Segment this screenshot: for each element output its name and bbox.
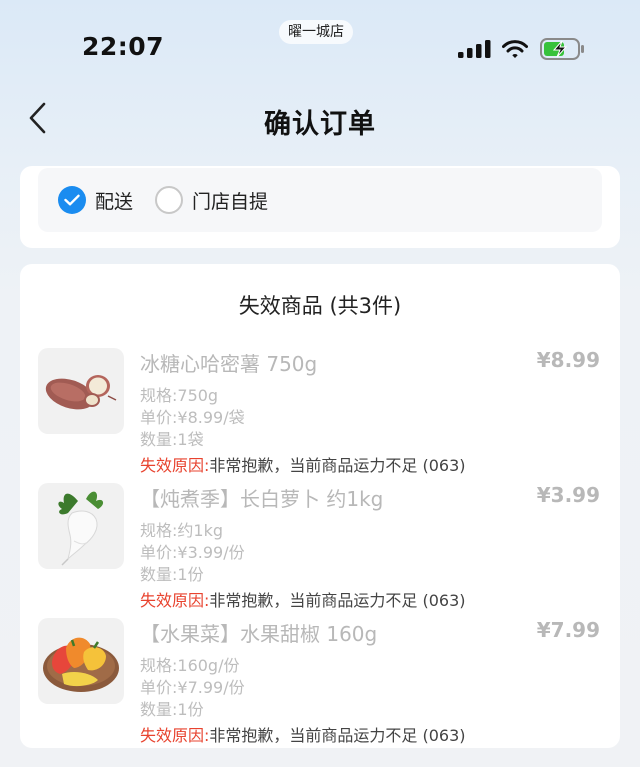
delivery-option-label: 配送 <box>95 190 134 213</box>
radio-unchecked-icon <box>155 186 183 214</box>
invalid-reason: 失效原因:非常抱歉，当前商品运力不足 (063) <box>140 722 466 746</box>
item-quantity: 数量:1份 <box>140 565 204 584</box>
cellular-signal-icon <box>458 40 491 58</box>
item-spec: 规格:约1kg <box>140 521 223 540</box>
invalid-reason-text: 非常抱歉，当前商品运力不足 (063) <box>209 591 466 610</box>
invalid-reason-label: 失效原因: <box>140 726 210 745</box>
invalid-reason-label: 失效原因: <box>140 591 210 610</box>
sweet-potato-image <box>38 348 124 434</box>
delivery-method-card: 配送 门店自提 <box>20 166 620 248</box>
store-name-badge: 曜一城店 <box>279 20 353 44</box>
radio-checked-icon <box>58 186 86 214</box>
item-unit-price: 单价:¥7.99/份 <box>140 678 245 697</box>
wifi-icon <box>502 40 528 58</box>
item-quantity: 数量:1份 <box>140 700 204 719</box>
nav-header: 确认订单 <box>0 90 640 146</box>
item-quantity: 数量:1袋 <box>140 430 204 449</box>
invalid-reason-text: 非常抱歉，当前商品运力不足 (063) <box>209 456 466 475</box>
delivery-option[interactable]: 配送 <box>58 185 133 215</box>
invalid-reason: 失效原因:非常抱歉，当前商品运力不足 (063) <box>140 452 466 476</box>
invalid-goods-item[interactable]: 冰糖心哈密薯 750g ¥8.99 规格:750g 单价:¥8.99/袋 数量:… <box>20 348 620 475</box>
status-time: 22:07 <box>82 32 165 61</box>
invalid-reason: 失效原因:非常抱歉，当前商品运力不足 (063) <box>140 587 466 611</box>
status-bar: 22:07 曜一城店 <box>0 0 640 80</box>
item-price: ¥8.99 <box>536 348 600 372</box>
battery-charging-icon <box>540 38 584 60</box>
white-radish-image <box>38 483 124 569</box>
store-pickup-option-label: 门店自提 <box>192 190 269 213</box>
item-spec: 规格:160g/份 <box>140 656 240 675</box>
item-unit-price: 单价:¥3.99/份 <box>140 543 245 562</box>
page-title: 确认订单 <box>264 109 376 140</box>
invalid-goods-item[interactable]: 【水果菜】水果甜椒 160g ¥7.99 规格:160g/份 单价:¥7.99/… <box>20 618 620 745</box>
item-price: ¥3.99 <box>536 483 600 507</box>
item-name: 【炖煮季】长白萝卜 约1kg <box>140 487 384 511</box>
delivery-method-selector: 配送 门店自提 <box>38 168 602 232</box>
invalid-goods-title: 失效商品 (共3件) <box>238 294 402 318</box>
store-pickup-option[interactable]: 门店自提 <box>155 185 268 215</box>
sweet-pepper-image <box>38 618 124 704</box>
item-price: ¥7.99 <box>536 618 600 642</box>
item-name: 【水果菜】水果甜椒 160g <box>140 622 378 646</box>
invalid-goods-item[interactable]: 【炖煮季】长白萝卜 约1kg ¥3.99 规格:约1kg 单价:¥3.99/份 … <box>20 483 620 610</box>
item-unit-price: 单价:¥8.99/袋 <box>140 408 245 427</box>
item-spec: 规格:750g <box>140 386 219 405</box>
invalid-reason-label: 失效原因: <box>140 456 210 475</box>
invalid-reason-text: 非常抱歉，当前商品运力不足 (063) <box>209 726 466 745</box>
invalid-goods-card: 失效商品 (共3件) 冰糖心哈密薯 750g ¥8.99 规格:750g 单价:… <box>20 264 620 748</box>
item-name: 冰糖心哈密薯 750g <box>140 352 318 376</box>
